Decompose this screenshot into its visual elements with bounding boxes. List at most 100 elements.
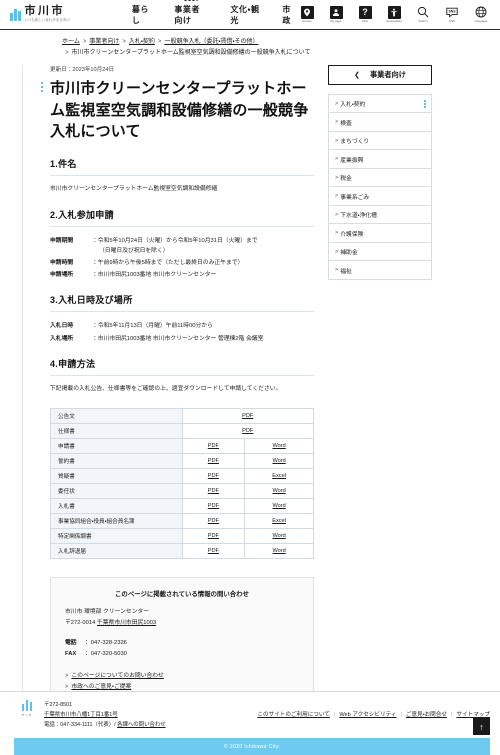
document-file-link[interactable]: Word xyxy=(272,503,285,509)
table-row: 公告文 PDF xyxy=(50,407,314,424)
sidebar-item-介護保険[interactable]: > 介護保険 xyxy=(329,224,431,243)
access-button[interactable]: Access xyxy=(296,5,318,23)
document-file-cell[interactable]: Excel xyxy=(244,467,314,484)
document-file-link[interactable]: PDF xyxy=(208,488,219,494)
document-file-cell[interactable]: PDF xyxy=(181,527,246,544)
document-file-link[interactable]: Word xyxy=(272,533,285,539)
document-file-link[interactable]: PDF xyxy=(208,503,219,509)
nav-item-business[interactable]: 事業者向け xyxy=(174,0,208,30)
document-file-link[interactable]: PDF xyxy=(208,533,219,539)
document-file-cell[interactable]: PDF xyxy=(181,407,314,424)
document-file-link[interactable]: PDF xyxy=(242,413,253,419)
main-content: 更新日：2023年10月24日 市川市クリーンセンタープラットホーム監視室空気調… xyxy=(22,64,314,755)
sidebar-item-事業系ごみ[interactable]: > 事業系ごみ xyxy=(329,187,431,206)
document-file-cell[interactable]: PDF xyxy=(181,542,246,559)
document-file-cell[interactable]: PDF xyxy=(181,497,246,514)
footer-tel: 電話：047-334-1111（代表）/ xyxy=(44,722,118,728)
contact-heading: このページに掲載されている情報の問い合わせ xyxy=(115,590,249,598)
footer-logo[interactable]: 市川市 xyxy=(14,700,40,717)
footer-links: このサイトのご利用について | Web アクセシビリティ | ご意見・お問合せ | サイトマ… xyxy=(257,700,490,718)
detail-term: 申請期間 xyxy=(50,237,74,244)
table-row: 委任状 PDF Word xyxy=(50,482,314,499)
document-file-cell[interactable]: Word xyxy=(244,482,314,499)
document-file-cell[interactable]: Word xyxy=(244,497,314,514)
sidebar-item-下水道・浄化槽[interactable]: > 下水道・浄化槽 xyxy=(329,205,431,225)
nav-item-kurashi[interactable]: 暮らし xyxy=(132,0,152,30)
nav-item-culture[interactable]: 文化・観光 xyxy=(230,0,260,30)
sidebar-item-産業振興[interactable]: > 産業振興 xyxy=(329,150,431,169)
footer-link-accessibility[interactable]: Web アクセシビリティ xyxy=(339,712,396,718)
sidebar-item-label: まちづくり xyxy=(340,139,370,146)
document-file-link[interactable]: PDF xyxy=(208,443,219,449)
table-row: 特定関係調書 PDF Word xyxy=(50,527,314,544)
user-mypage-icon xyxy=(329,5,343,19)
document-file-cell[interactable]: PDF xyxy=(181,437,246,454)
sidebar-item-検査[interactable]: > 検査 xyxy=(329,113,431,132)
document-file-link[interactable]: PDF xyxy=(208,473,219,479)
sns-speech-bubble-icon: SNS xyxy=(446,6,459,19)
document-file-link[interactable]: PDF xyxy=(208,548,219,554)
contact-link-inquiry[interactable]: > このページについてのお問い合わせ xyxy=(65,671,299,683)
document-file-cell[interactable]: Word xyxy=(244,542,314,559)
sns-button[interactable]: SNS SNS xyxy=(441,6,463,23)
accessibility-button[interactable]: Accessibility xyxy=(383,5,405,23)
footer-dept-inquiry-link[interactable]: 各課への問い合わせ xyxy=(117,722,166,728)
detail-value-text: ：令和5年10月24日（火曜）から令和5年10月31日（火曜）まで xyxy=(92,237,258,244)
detail-term: 入札日時 xyxy=(50,323,74,330)
document-file-cell[interactable]: Word xyxy=(244,437,314,454)
language-button[interactable]: Language xyxy=(470,6,492,23)
search-caption: Search xyxy=(418,20,428,24)
breadcrumb-item-open-bidding[interactable]: 一般競争入札（委託・賃借・その他） xyxy=(164,39,258,45)
document-file-link[interactable]: Word xyxy=(272,488,285,494)
sidebar-item-まちづくり[interactable]: > まちづくり xyxy=(329,131,431,151)
document-file-cell[interactable]: PDF xyxy=(181,512,246,529)
contact-link-inquiry-label[interactable]: このページについてのお問い合わせ xyxy=(71,673,163,679)
footer-link-terms[interactable]: このサイトのご利用について xyxy=(257,712,330,718)
contact-address-link[interactable]: 千葉県市川市田尻1003 xyxy=(97,620,156,626)
footer-address-link[interactable]: 千葉県市川市八幡1丁目1番1号 xyxy=(44,712,118,718)
detail-value-cont: （日曜日及び祝日を除く） xyxy=(99,248,169,255)
breadcrumb-item-home[interactable]: ホーム xyxy=(62,39,80,45)
contact-tel-value: ：047-328-2326 xyxy=(85,640,127,647)
sidebar-item-福祉[interactable]: > 福祉 xyxy=(329,261,431,280)
sidebar-item-補助金[interactable]: > 補助金 xyxy=(329,242,431,262)
back-to-top-button[interactable]: ↑ xyxy=(473,718,490,735)
sidebar-item-入札・契約[interactable]: > 入札・契約 xyxy=(329,94,431,114)
breadcrumb-item-business[interactable]: 事業者向け xyxy=(89,39,119,45)
sidebar-item-label: 介護保険 xyxy=(340,231,364,238)
document-file-cell[interactable]: PDF xyxy=(181,482,246,499)
footer-link-contact[interactable]: ご意見・お問合せ xyxy=(406,712,447,718)
faq-button[interactable]: ? FAQ xyxy=(354,5,376,24)
document-file-link[interactable]: Word xyxy=(272,548,285,554)
site-logo[interactable]: 市川市 いつも新しい流れがある市川 xyxy=(10,6,114,22)
detail-term: 入札場所 xyxy=(50,335,74,342)
table-row: 入札書 PDF Word xyxy=(50,497,314,514)
document-file-link[interactable]: Word xyxy=(272,443,285,449)
document-file-link[interactable]: PDF xyxy=(208,458,219,464)
detail-term: 申請場所 xyxy=(50,272,74,279)
contact-tel-block: 電話 ：047-328-2326 FAX ：047-320-5030 xyxy=(65,638,299,661)
sidebar-header-business[interactable]: ❮ 事業者向け xyxy=(328,64,432,85)
document-file-link[interactable]: PDF xyxy=(208,518,219,524)
sidebar-item-税金[interactable]: > 税金 xyxy=(329,168,431,188)
breadcrumb-item-bidding[interactable]: 入札・契約 xyxy=(129,39,155,45)
document-file-cell[interactable]: Excel xyxy=(244,512,314,529)
document-file-cell[interactable]: Word xyxy=(244,452,314,469)
faq-caption: FAQ xyxy=(362,20,368,24)
document-file-cell[interactable]: PDF xyxy=(181,422,314,439)
search-button[interactable]: Search xyxy=(412,6,434,24)
document-file-link[interactable]: Word xyxy=(272,458,285,464)
document-file-cell[interactable]: PDF xyxy=(181,452,246,469)
document-file-cell[interactable]: Word xyxy=(244,527,314,544)
chevron-right-icon: > xyxy=(335,267,339,274)
contact-link-opinion-label[interactable]: 市政へのご意見・ご提案 xyxy=(71,684,131,690)
nav-item-city[interactable]: 市政 xyxy=(282,0,296,30)
updated-value: 2023年10月24日 xyxy=(72,66,115,73)
document-label: 入札書 xyxy=(50,497,183,514)
document-file-cell[interactable]: PDF xyxy=(181,467,246,484)
document-file-link[interactable]: Excel xyxy=(272,518,286,524)
mypage-button[interactable]: My page xyxy=(325,5,347,23)
document-file-link[interactable]: Excel xyxy=(272,473,286,479)
document-file-link[interactable]: PDF xyxy=(242,428,253,434)
section-heading-2: 2.入札参加申請 xyxy=(50,208,314,227)
